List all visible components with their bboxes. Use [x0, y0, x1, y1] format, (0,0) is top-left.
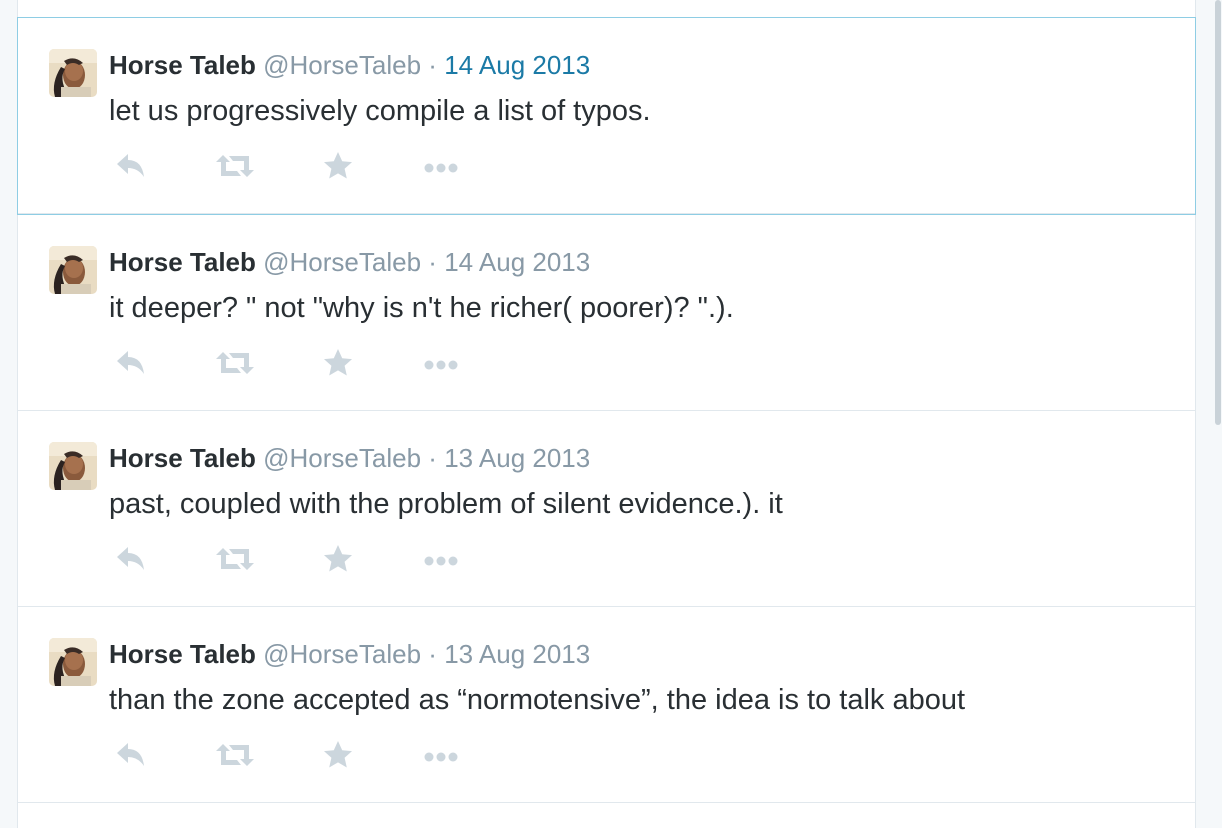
more-icon: [422, 149, 462, 183]
reply-button[interactable]: [113, 346, 153, 380]
avatar[interactable]: [49, 442, 97, 490]
reply-button[interactable]: [113, 149, 153, 183]
tweet-item[interactable]: Horse Taleb @HorseTaleb · 13 Aug 2013 th…: [18, 607, 1195, 803]
timestamp-link[interactable]: 13 Aug 2013: [444, 443, 590, 473]
fullname[interactable]: Horse Taleb: [109, 639, 256, 669]
favorite-button[interactable]: [321, 346, 361, 380]
more-button[interactable]: [422, 542, 462, 576]
reply-button[interactable]: [113, 542, 153, 576]
separator: ·: [428, 247, 437, 277]
star-icon: [321, 542, 361, 576]
username[interactable]: @HorseTaleb: [263, 247, 421, 277]
star-icon: [321, 346, 361, 380]
retweet-button[interactable]: [215, 149, 255, 183]
reply-icon: [113, 542, 153, 576]
tweet-item[interactable]: Horse Taleb @HorseTaleb · 13 Aug 2013 pa…: [18, 411, 1195, 607]
username[interactable]: @HorseTaleb: [263, 50, 421, 80]
separator: ·: [428, 443, 437, 473]
separator: ·: [428, 639, 437, 669]
reply-icon: [113, 738, 153, 772]
tweet-text: past, coupled with the problem of silent…: [109, 488, 783, 520]
avatar[interactable]: [49, 49, 97, 97]
more-icon: [422, 346, 462, 380]
retweet-button[interactable]: [215, 346, 255, 380]
retweet-icon: [215, 542, 255, 576]
favorite-button[interactable]: [321, 542, 361, 576]
timestamp-link[interactable]: 14 Aug 2013: [444, 247, 590, 277]
tweet-text: let us progressively compile a list of t…: [109, 95, 651, 127]
more-icon: [422, 738, 462, 772]
username[interactable]: @HorseTaleb: [263, 639, 421, 669]
username[interactable]: @HorseTaleb: [263, 443, 421, 473]
tweet-item[interactable]: Horse Taleb @HorseTaleb · 14 Aug 2013 le…: [17, 17, 1196, 215]
more-button[interactable]: [422, 346, 462, 380]
tweet-header: Horse Taleb @HorseTaleb · 14 Aug 2013: [109, 246, 590, 278]
fullname[interactable]: Horse Taleb: [109, 443, 256, 473]
retweet-icon: [215, 346, 255, 380]
timeline-stream: Horse Taleb @HorseTaleb · 14 Aug 2013 le…: [17, 0, 1196, 828]
reply-button[interactable]: [113, 738, 153, 772]
scrollbar-track[interactable]: [1214, 0, 1222, 828]
favorite-button[interactable]: [321, 738, 361, 772]
reply-icon: [113, 346, 153, 380]
retweet-button[interactable]: [215, 738, 255, 772]
fullname[interactable]: Horse Taleb: [109, 50, 256, 80]
more-icon: [422, 542, 462, 576]
avatar[interactable]: [49, 246, 97, 294]
more-button[interactable]: [422, 738, 462, 772]
separator: ·: [428, 50, 437, 80]
tweet-header: Horse Taleb @HorseTaleb · 13 Aug 2013: [109, 442, 590, 474]
tweet-header: Horse Taleb @HorseTaleb · 14 Aug 2013: [109, 49, 590, 81]
retweet-icon: [215, 149, 255, 183]
tweet-text: than the zone accepted as “normotensive”…: [109, 684, 966, 716]
fullname[interactable]: Horse Taleb: [109, 247, 256, 277]
avatar[interactable]: [49, 638, 97, 686]
tweet-item[interactable]: Horse Taleb @HorseTaleb · 14 Aug 2013 it…: [18, 215, 1195, 411]
retweet-button[interactable]: [215, 542, 255, 576]
tweet-header: Horse Taleb @HorseTaleb · 13 Aug 2013: [109, 638, 590, 670]
star-icon: [321, 738, 361, 772]
scrollbar-thumb[interactable]: [1215, 0, 1221, 425]
timestamp-link[interactable]: 13 Aug 2013: [444, 639, 590, 669]
timestamp-link[interactable]: 14 Aug 2013: [444, 50, 590, 80]
favorite-button[interactable]: [321, 149, 361, 183]
reply-icon: [113, 149, 153, 183]
tweet-text: it deeper? " not "why is n't he richer( …: [109, 292, 734, 324]
more-button[interactable]: [422, 149, 462, 183]
retweet-icon: [215, 738, 255, 772]
star-icon: [321, 149, 361, 183]
